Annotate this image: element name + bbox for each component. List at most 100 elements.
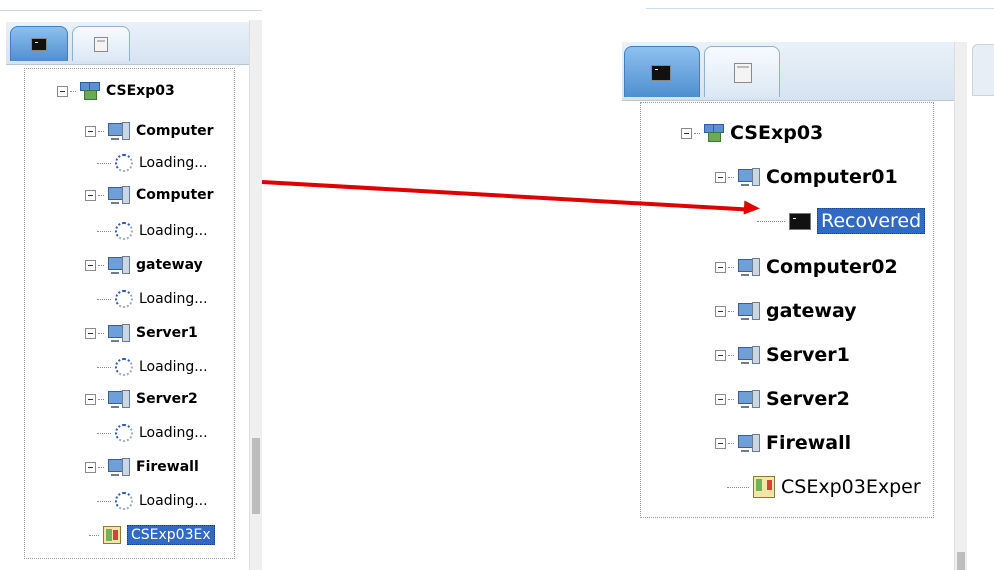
collapse-icon[interactable] <box>681 127 692 139</box>
tree-item-label: Loading... <box>139 359 208 375</box>
tree-item-loading: Loading... <box>97 351 208 383</box>
tree-item-label: gateway <box>766 300 857 322</box>
tree-item-computer[interactable]: Computer <box>85 179 214 211</box>
tree-item-label: CSExp03Exper <box>781 476 921 498</box>
computer-icon <box>108 324 130 342</box>
collapse-icon[interactable] <box>85 393 96 405</box>
right-tab-explorer[interactable] <box>704 46 780 97</box>
computer-icon <box>738 390 760 408</box>
tree-item-loading: Loading... <box>97 215 208 247</box>
network-icon <box>704 124 724 142</box>
collapse-icon[interactable] <box>715 393 726 405</box>
left-tab-bar <box>6 22 250 65</box>
tree-item-loading: Loading... <box>97 283 208 315</box>
terminal-tab-icon <box>31 38 47 51</box>
right-tree: CSExp03 Computer01 Recovered Computer02 … <box>640 102 934 518</box>
tree-item-loading: Loading... <box>97 485 208 517</box>
tree-item-server1[interactable]: Server1 <box>715 339 850 371</box>
right-tab-bar <box>622 42 966 101</box>
tree-item-label: Server2 <box>136 391 198 407</box>
computer-icon <box>108 390 130 408</box>
collapse-icon[interactable] <box>85 461 96 473</box>
left-tab-terminals[interactable] <box>10 26 68 61</box>
tree-item-label: Loading... <box>139 155 208 171</box>
tree-item-label: Computer <box>136 187 214 203</box>
computer-icon <box>738 302 760 320</box>
collapse-icon[interactable] <box>715 349 726 361</box>
network-icon <box>80 82 100 100</box>
loading-spinner-icon <box>115 424 133 442</box>
tree-item-label: Computer <box>136 123 214 139</box>
tree-item-server1[interactable]: Server1 <box>85 317 198 349</box>
computer-icon <box>738 258 760 276</box>
tree-item-label: Loading... <box>139 425 208 441</box>
tree-item-label: Loading... <box>139 493 208 509</box>
computer-icon <box>738 434 760 452</box>
tree-item-loading: Loading... <box>97 147 208 179</box>
loading-spinner-icon <box>115 154 133 172</box>
right-scrollbar-track[interactable] <box>954 42 967 570</box>
right-scrollbar-thumb[interactable] <box>957 552 965 570</box>
transition-arrow-head <box>743 200 761 216</box>
tree-item-firewall[interactable]: Firewall <box>85 451 199 483</box>
explorer-tab-icon <box>734 63 752 83</box>
left-tree: CSExp03 Computer Loading... Computer Loa… <box>24 68 235 559</box>
tree-item-label: Firewall <box>766 432 852 454</box>
collapse-icon[interactable] <box>85 259 96 271</box>
collapse-icon[interactable] <box>85 189 96 201</box>
tree-item-label: gateway <box>136 257 203 273</box>
tree-item-firewall[interactable]: Firewall <box>715 427 851 459</box>
tree-item-server2[interactable]: Server2 <box>715 383 850 415</box>
terminal-tab-icon <box>651 65 671 81</box>
tree-item-experiment[interactable]: CSExp03Exper <box>727 471 921 503</box>
loading-spinner-icon <box>115 358 133 376</box>
adjacent-pane-edge <box>972 44 994 96</box>
tree-item-label: CSExp03 <box>106 83 175 99</box>
right-top-border <box>646 8 994 9</box>
loading-spinner-icon <box>115 290 133 308</box>
tree-item-experiment[interactable]: CSExp03Ex <box>89 519 215 551</box>
left-scrollbar-thumb[interactable] <box>252 438 260 514</box>
collapse-icon[interactable] <box>85 327 96 339</box>
collapse-icon[interactable] <box>715 261 726 273</box>
map-icon <box>103 526 121 544</box>
map-icon <box>753 476 775 498</box>
collapse-icon[interactable] <box>85 125 96 137</box>
tree-item-label: Loading... <box>139 223 208 239</box>
explorer-tab-icon <box>94 37 108 52</box>
collapse-icon[interactable] <box>715 305 726 317</box>
tree-item-computer02[interactable]: Computer02 <box>715 251 898 283</box>
computer-icon <box>738 168 760 186</box>
tree-item-label: Server2 <box>766 388 850 410</box>
tree-item-label: Computer01 <box>766 166 898 188</box>
computer-icon <box>738 346 760 364</box>
left-top-border <box>0 10 262 11</box>
tree-item-recovered[interactable]: Recovered <box>757 205 926 237</box>
tree-item-computer[interactable]: Computer <box>85 115 214 147</box>
left-panel: CSExp03 Computer Loading... Computer Loa… <box>0 0 262 570</box>
collapse-icon[interactable] <box>715 171 726 183</box>
loading-spinner-icon <box>115 492 133 510</box>
right-tab-terminals[interactable] <box>624 46 700 97</box>
terminal-icon <box>789 212 811 230</box>
tree-item-label: Firewall <box>136 459 199 475</box>
right-panel: CSExp03 Computer01 Recovered Computer02 … <box>600 0 994 570</box>
computer-icon <box>108 256 130 274</box>
tree-item-label: CSExp03Ex <box>127 525 215 545</box>
collapse-icon[interactable] <box>715 437 726 449</box>
tree-item-root[interactable]: CSExp03 <box>57 75 175 107</box>
tree-item-label: Server1 <box>136 325 198 341</box>
tree-item-gateway[interactable]: gateway <box>85 249 203 281</box>
tree-item-server2[interactable]: Server2 <box>85 383 198 415</box>
tree-item-label: Server1 <box>766 344 850 366</box>
computer-icon <box>108 186 130 204</box>
tree-item-label: CSExp03 <box>730 122 824 144</box>
loading-spinner-icon <box>115 222 133 240</box>
tree-item-label: Computer02 <box>766 256 898 278</box>
tree-item-computer01[interactable]: Computer01 <box>715 161 898 193</box>
tree-item-gateway[interactable]: gateway <box>715 295 857 327</box>
left-tab-explorer[interactable] <box>72 26 130 61</box>
computer-icon <box>108 122 130 140</box>
collapse-icon[interactable] <box>57 85 68 97</box>
tree-item-root[interactable]: CSExp03 <box>681 117 823 149</box>
